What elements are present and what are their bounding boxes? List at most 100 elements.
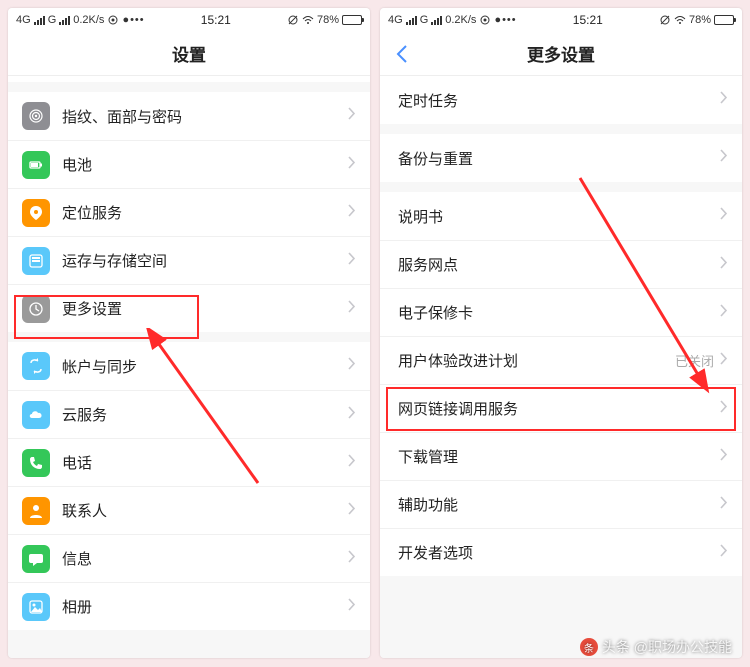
- message-icon: [22, 545, 50, 573]
- chevron-right-icon: [348, 598, 356, 616]
- row-label: 指纹、面部与密码: [62, 106, 348, 127]
- settings-row[interactable]: 云服务: [8, 390, 370, 438]
- contacts-icon: [22, 497, 50, 525]
- chevron-right-icon: [348, 454, 356, 472]
- row-label: 开发者选项: [398, 542, 720, 563]
- chevron-right-icon: [348, 406, 356, 424]
- row-label: 定位服务: [62, 202, 348, 223]
- row-label: 辅助功能: [398, 494, 720, 515]
- nav-bar: 更多设置: [380, 32, 742, 76]
- chevron-right-icon: [720, 304, 728, 322]
- chevron-right-icon: [720, 256, 728, 274]
- signal-icon: [34, 16, 45, 25]
- wifi-icon: [302, 14, 314, 26]
- chevron-right-icon: [348, 156, 356, 174]
- chevron-right-icon: [720, 448, 728, 466]
- status-bar: 4G G 0.2K/s ●••• 15:21 78%: [380, 8, 742, 32]
- settings-row[interactable]: 备份与重置: [380, 134, 742, 182]
- chevron-left-icon: [396, 45, 408, 63]
- network-ext: G: [420, 14, 429, 26]
- signal-icon-2: [59, 16, 70, 25]
- dots-icon: ●•••: [122, 14, 144, 26]
- settings-row[interactable]: 说明书: [380, 192, 742, 240]
- back-button[interactable]: [390, 42, 414, 66]
- page-title: 设置: [172, 41, 206, 66]
- chevron-right-icon: [348, 204, 356, 222]
- row-label: 网页链接调用服务: [398, 398, 720, 419]
- chevron-right-icon: [348, 550, 356, 568]
- row-label: 服务网点: [398, 254, 720, 275]
- more-settings-list[interactable]: 定时任务备份与重置说明书服务网点电子保修卡用户体验改进计划已关闭网页链接调用服务…: [380, 76, 742, 658]
- wifi-icon: [674, 14, 686, 26]
- row-label: 云服务: [62, 404, 348, 425]
- row-label: 备份与重置: [398, 148, 720, 169]
- gallery-icon: [22, 593, 50, 621]
- row-label: 信息: [62, 548, 348, 569]
- settings-row[interactable]: 用户体验改进计划已关闭: [380, 336, 742, 384]
- settings-row[interactable]: 下载管理: [380, 432, 742, 480]
- row-value: 已关闭: [675, 351, 714, 370]
- network-ext: G: [48, 14, 57, 26]
- row-label: 相册: [62, 596, 348, 617]
- settings-row[interactable]: 网页链接调用服务: [380, 384, 742, 432]
- battery-pct: 78%: [689, 14, 711, 26]
- sync-icon: [22, 352, 50, 380]
- row-label: 联系人: [62, 500, 348, 521]
- settings-row[interactable]: 指纹、面部与密码: [8, 92, 370, 140]
- signal-icon-2: [431, 16, 442, 25]
- phone-icon: [22, 449, 50, 477]
- chevron-right-icon: [720, 496, 728, 514]
- network-label: 4G: [16, 14, 31, 26]
- settings-row[interactable]: 定位服务: [8, 188, 370, 236]
- chevron-right-icon: [720, 91, 728, 109]
- nav-bar: 设置: [8, 32, 370, 76]
- screen-more-settings: 4G G 0.2K/s ●••• 15:21 78% 更多设置: [380, 8, 742, 658]
- status-bar: 4G G 0.2K/s ●••• 15:21 78%: [8, 8, 370, 32]
- settings-row[interactable]: 服务网点: [380, 240, 742, 288]
- chevron-right-icon: [720, 207, 728, 225]
- chevron-right-icon: [720, 544, 728, 562]
- page-title: 更多设置: [527, 41, 595, 66]
- settings-row[interactable]: [8, 76, 370, 82]
- watermark-text: 头条 @职场办公技能: [602, 637, 732, 657]
- settings-row[interactable]: 电子保修卡: [380, 288, 742, 336]
- chevron-right-icon: [720, 400, 728, 418]
- row-label: 定时任务: [398, 90, 720, 111]
- settings-row[interactable]: 帐户与同步: [8, 342, 370, 390]
- settings-row[interactable]: 相册: [8, 582, 370, 630]
- clock: 15:21: [201, 13, 231, 27]
- fingerprint-icon: [22, 102, 50, 130]
- location-icon: [22, 199, 50, 227]
- row-label: 用户体验改进计划: [398, 350, 675, 371]
- settings-row[interactable]: 开发者选项: [380, 528, 742, 576]
- chevron-right-icon: [348, 252, 356, 270]
- row-label: 帐户与同步: [62, 356, 348, 377]
- fan-icon: [479, 14, 491, 26]
- net-speed: 0.2K/s: [445, 14, 476, 26]
- settings-list[interactable]: 指纹、面部与密码电池定位服务运存与存储空间更多设置帐户与同步云服务电话联系人信息…: [8, 76, 370, 658]
- row-label: 更多设置: [62, 298, 348, 319]
- more-icon: [22, 295, 50, 323]
- fan-icon: [107, 14, 119, 26]
- settings-row[interactable]: 运存与存储空间: [8, 236, 370, 284]
- row-label: 电子保修卡: [398, 302, 720, 323]
- alarm-off-icon: [659, 14, 671, 26]
- dots-icon: ●•••: [494, 14, 516, 26]
- battery-pct: 78%: [317, 14, 339, 26]
- settings-row[interactable]: 信息: [8, 534, 370, 582]
- row-label: 下载管理: [398, 446, 720, 467]
- settings-row[interactable]: 定时任务: [380, 76, 742, 124]
- settings-row[interactable]: 联系人: [8, 486, 370, 534]
- watermark: 条 头条 @职场办公技能: [580, 637, 732, 657]
- watermark-badge-icon: 条: [580, 638, 598, 656]
- screen-settings: 4G G 0.2K/s ●••• 15:21 78% 设置 指纹、面部与密码电池…: [8, 8, 370, 658]
- settings-row[interactable]: 辅助功能: [380, 480, 742, 528]
- chevron-right-icon: [348, 357, 356, 375]
- row-label: 说明书: [398, 206, 720, 227]
- storage-icon: [22, 247, 50, 275]
- alarm-off-icon: [287, 14, 299, 26]
- settings-row[interactable]: 电池: [8, 140, 370, 188]
- net-speed: 0.2K/s: [73, 14, 104, 26]
- settings-row[interactable]: 电话: [8, 438, 370, 486]
- settings-row[interactable]: 更多设置: [8, 284, 370, 332]
